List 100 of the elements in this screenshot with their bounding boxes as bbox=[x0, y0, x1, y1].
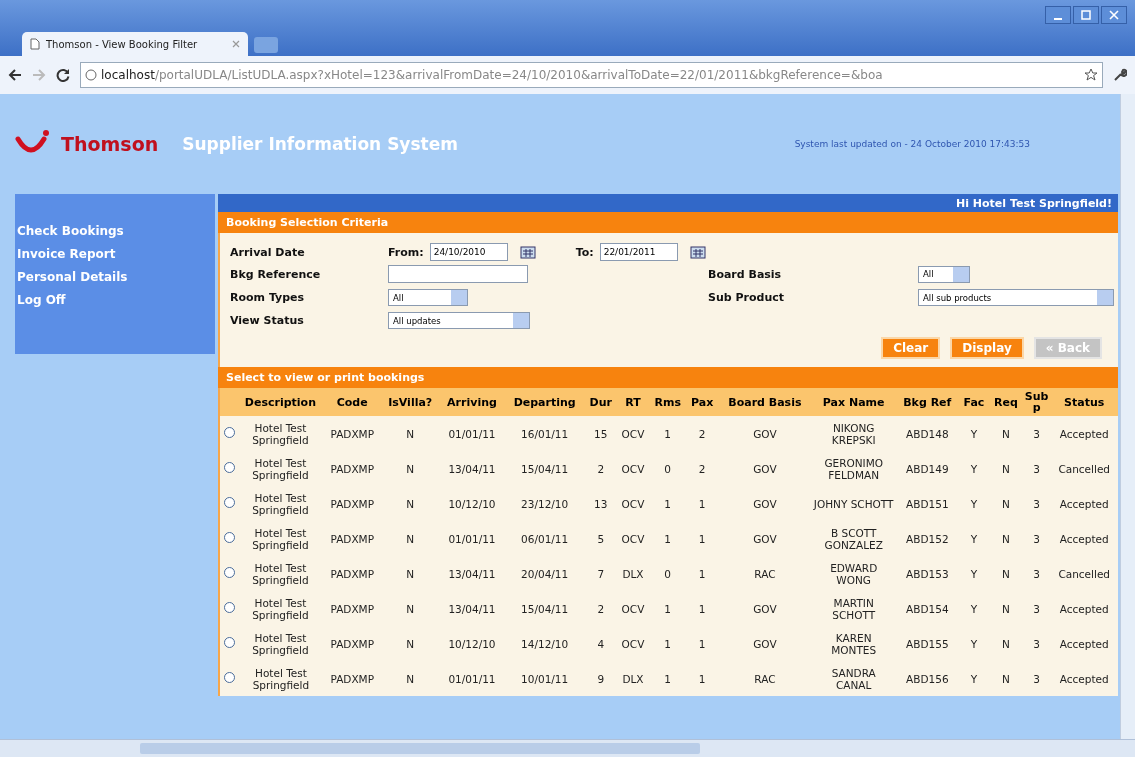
table-cell: SANDRA CANAL bbox=[811, 661, 896, 696]
table-cell: Y bbox=[958, 661, 990, 696]
field-label: To: bbox=[575, 245, 594, 259]
maximize-button[interactable] bbox=[1073, 6, 1099, 24]
table-cell: N bbox=[989, 661, 1023, 696]
table-cell: 20/04/11 bbox=[504, 556, 585, 591]
wrench-icon[interactable] bbox=[1113, 68, 1127, 82]
table-cell: ABD153 bbox=[895, 556, 959, 591]
table-cell: Y bbox=[958, 521, 990, 556]
table-cell: PADXMP bbox=[323, 556, 382, 591]
table-cell: Cancelled bbox=[1050, 556, 1118, 591]
row-radio[interactable] bbox=[223, 462, 235, 473]
table-cell: Hotel Test Springfield bbox=[238, 591, 324, 626]
table-cell: OCV bbox=[616, 451, 650, 486]
table-cell: 10/12/10 bbox=[439, 626, 505, 661]
table-cell: Hotel Test Springfield bbox=[238, 451, 324, 486]
row-radio[interactable] bbox=[223, 427, 235, 438]
view-status-select[interactable]: All updates bbox=[388, 312, 530, 329]
table-cell: 1 bbox=[649, 661, 687, 696]
date-field[interactable]: 22/01/2011 bbox=[599, 243, 678, 261]
table-cell: B SCOTT GONZALEZ bbox=[811, 521, 896, 556]
table-cell: Accepted bbox=[1050, 591, 1118, 626]
table-cell: 1 bbox=[649, 486, 687, 521]
address-bar[interactable]: localhost/portalUDLA/ListUDLA.aspx?xHotel=123&arrivalFromDate=24/10/2010&arrivalToDate=22/01/2011&bkgReference=&boa bbox=[80, 62, 1103, 88]
row-radio[interactable] bbox=[223, 637, 235, 648]
table-cell: 01/01/11 bbox=[439, 416, 505, 451]
vertical-scrollbar[interactable] bbox=[1120, 94, 1135, 739]
field-label: Board Basis bbox=[708, 267, 783, 281]
table-cell: ABD154 bbox=[895, 591, 959, 626]
minimize-button[interactable] bbox=[1045, 6, 1071, 24]
table-cell: 06/01/11 bbox=[504, 521, 585, 556]
field-label: Arrival Date bbox=[230, 245, 306, 259]
table-cell: RAC bbox=[718, 661, 812, 696]
table-cell: Y bbox=[958, 591, 990, 626]
table-cell: ABD149 bbox=[895, 451, 959, 486]
url-text: localhost/portalUDLA/ListUDLA.aspx?xHotel=123&arrivalFromDate=24/10/2010&arrivalToDate=22/01/2011&bkgReference=&boa bbox=[101, 68, 884, 82]
table-cell: Hotel Test Springfield bbox=[238, 626, 324, 661]
table-cell: Accepted bbox=[1050, 661, 1118, 696]
star-icon[interactable] bbox=[1084, 68, 1098, 82]
table-cell: Cancelled bbox=[1050, 451, 1118, 486]
reference-field[interactable] bbox=[388, 265, 528, 283]
table-cell: 10/01/11 bbox=[504, 661, 585, 696]
table-cell: 9 bbox=[584, 661, 617, 696]
table-cell: N bbox=[989, 556, 1023, 591]
row-radio[interactable] bbox=[223, 602, 235, 613]
close-icon[interactable] bbox=[232, 40, 240, 48]
board-basis-select[interactable]: All bbox=[918, 265, 970, 283]
table-cell: 1 bbox=[649, 626, 687, 661]
table-cell: 1 bbox=[686, 626, 719, 661]
table-cell: GERONIMO FELDMAN bbox=[811, 451, 896, 486]
table-cell: 2 bbox=[584, 591, 617, 626]
browser-tab[interactable]: Thomson - View Booking Filter bbox=[22, 32, 248, 56]
table-cell: N bbox=[989, 416, 1023, 451]
table-cell: ABD148 bbox=[895, 416, 959, 451]
horizontal-scrollbar[interactable] bbox=[0, 739, 1135, 757]
field-label: View Status bbox=[230, 314, 305, 327]
maximize-icon bbox=[1081, 10, 1091, 20]
table-cell: OCV bbox=[616, 521, 650, 556]
row-radio[interactable] bbox=[223, 672, 235, 683]
table-cell: 15 bbox=[584, 416, 617, 451]
table-cell: 3 bbox=[1022, 661, 1051, 696]
back-icon[interactable] bbox=[8, 69, 22, 81]
column-header: IsVilla? bbox=[381, 388, 440, 416]
table-cell: N bbox=[381, 521, 440, 556]
row-radio[interactable] bbox=[223, 497, 235, 508]
reload-icon[interactable] bbox=[56, 68, 70, 82]
table-cell: N bbox=[381, 486, 440, 521]
table-cell: 01/01/11 bbox=[439, 521, 505, 556]
table-cell: 23/12/10 bbox=[504, 486, 585, 521]
close-icon bbox=[1109, 10, 1119, 20]
minimize-icon bbox=[1054, 17, 1062, 20]
row-radio[interactable] bbox=[223, 532, 235, 543]
calendar-icon[interactable] bbox=[689, 245, 706, 259]
calendar-icon[interactable] bbox=[519, 245, 536, 259]
column-header: Sub p bbox=[1022, 388, 1051, 416]
greeting-text: Hi Hotel Test Springfield! bbox=[956, 196, 1112, 210]
last-updated-text: System last updated on - 24 October 2010 17:43:53 bbox=[794, 139, 1030, 149]
column-header: Arriving bbox=[439, 388, 505, 416]
table-cell: 3 bbox=[1022, 556, 1051, 591]
room-types-select[interactable]: All bbox=[388, 289, 468, 306]
table-cell: 2 bbox=[686, 451, 719, 486]
table-cell: KAREN MONTES bbox=[811, 626, 896, 661]
row-radio[interactable] bbox=[223, 567, 235, 578]
table-cell: N bbox=[989, 626, 1023, 661]
table-cell: N bbox=[989, 486, 1023, 521]
table-cell: OCV bbox=[616, 591, 650, 626]
table-cell: 1 bbox=[686, 591, 719, 626]
table-cell: Hotel Test Springfield bbox=[238, 556, 324, 591]
column-header: Departing bbox=[504, 388, 585, 416]
column-header: Pax Name bbox=[811, 388, 896, 416]
date-field[interactable]: 24/10/2010 bbox=[429, 243, 508, 261]
table-cell: 2 bbox=[686, 416, 719, 451]
table-cell: GOV bbox=[718, 416, 812, 451]
table-cell: Y bbox=[958, 626, 990, 661]
table-cell: OCV bbox=[616, 486, 650, 521]
close-window-button[interactable] bbox=[1101, 6, 1127, 24]
table-cell: Y bbox=[958, 451, 990, 486]
table-cell: RAC bbox=[718, 556, 812, 591]
sub-product-select[interactable]: All sub products bbox=[918, 289, 1114, 306]
table-cell: PADXMP bbox=[323, 521, 382, 556]
